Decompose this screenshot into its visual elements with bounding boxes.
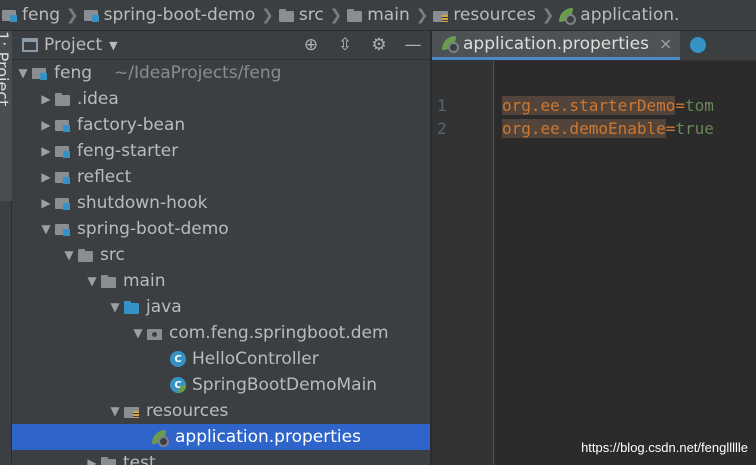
tree-item-package[interactable]: ▼ com.feng.springboot.dem xyxy=(12,320,430,346)
tree-item-reflect[interactable]: ▶ reflect xyxy=(12,164,430,190)
caret-down-icon: ▼ xyxy=(109,38,118,52)
editor-tab-bar: application.properties × xyxy=(432,31,756,61)
expanded-arrow-icon[interactable]: ▼ xyxy=(60,248,78,262)
chevron-right-icon: ❯ xyxy=(329,6,343,24)
breadcrumb-item-application[interactable]: application. xyxy=(559,5,679,25)
module-icon xyxy=(55,196,71,210)
breadcrumb-item-main[interactable]: main xyxy=(347,5,410,25)
folder-icon xyxy=(78,248,94,262)
line-number-gutter: 1 2 xyxy=(432,61,494,465)
expanded-arrow-icon[interactable]: ▼ xyxy=(14,66,32,80)
collapsed-arrow-icon[interactable]: ▶ xyxy=(37,118,55,132)
module-icon xyxy=(55,170,71,184)
watermark-url: https://blog.csdn.net/fengllllle xyxy=(581,440,748,455)
tree-item-factory-bean[interactable]: ▶ factory-bean xyxy=(12,112,430,138)
tree-item-shutdown-hook[interactable]: ▶ shutdown-hook xyxy=(12,190,430,216)
property-key: org.ee.starterDemo xyxy=(502,96,676,115)
expanded-arrow-icon[interactable]: ▼ xyxy=(106,300,124,314)
spring-config-icon xyxy=(442,35,459,53)
spring-config-icon xyxy=(559,7,577,25)
resources-folder-icon xyxy=(433,9,449,22)
collapse-all-icon[interactable]: ⇳ xyxy=(328,32,362,58)
project-view-selector[interactable]: Project ▼ xyxy=(12,35,118,55)
project-icon xyxy=(22,38,38,52)
folder-icon xyxy=(55,92,71,106)
module-icon xyxy=(2,8,18,22)
module-icon xyxy=(32,66,48,80)
property-separator: = xyxy=(675,96,686,115)
tree-item-src[interactable]: ▼ src xyxy=(12,242,430,268)
chevron-right-icon: ❯ xyxy=(261,6,274,24)
module-icon xyxy=(55,144,71,158)
chevron-right-icon: ❯ xyxy=(66,6,79,24)
tree-item-main[interactable]: ▼ main xyxy=(12,268,430,294)
hide-icon[interactable]: — xyxy=(396,32,430,58)
line-number: 1 xyxy=(437,96,447,115)
tree-item-hello-controller[interactable]: C HelloController xyxy=(12,346,430,372)
code-line[interactable]: org.ee.starterDemo=tom xyxy=(502,94,714,117)
code-line[interactable]: org.ee.demoEnable=true xyxy=(502,117,714,140)
expanded-arrow-icon[interactable]: ▼ xyxy=(83,274,101,288)
tree-item-feng-starter[interactable]: ▶ feng-starter xyxy=(12,138,430,164)
breadcrumb-item-feng[interactable]: feng xyxy=(2,5,60,25)
tree-item-java[interactable]: ▼ java xyxy=(12,294,430,320)
module-icon xyxy=(83,8,100,22)
expanded-arrow-icon[interactable]: ▼ xyxy=(37,222,55,236)
breadcrumb-item-resources[interactable]: resources xyxy=(433,5,536,25)
property-separator: = xyxy=(665,119,676,138)
tree-item-springbootdemomain[interactable]: C SpringBootDemoMain xyxy=(12,372,430,398)
project-tool-window-button[interactable]: 1: Project xyxy=(0,31,12,201)
spring-boot-class-icon: C xyxy=(170,377,186,393)
spring-config-icon xyxy=(152,429,169,447)
collapsed-arrow-icon[interactable]: ▶ xyxy=(37,92,55,106)
folder-icon xyxy=(278,8,295,22)
close-icon[interactable]: × xyxy=(659,34,672,53)
class-icon: C xyxy=(170,351,186,367)
tab-application-properties[interactable]: application.properties × xyxy=(432,31,681,60)
panel-title: Project xyxy=(44,35,103,55)
folder-icon xyxy=(101,456,117,465)
collapsed-arrow-icon[interactable]: ▶ xyxy=(83,456,101,465)
editor: application.properties × 1 2 org.ee.star… xyxy=(432,31,756,465)
tree-item-resources[interactable]: ▼ resources xyxy=(12,398,430,424)
project-tree: ▼ feng ~/IdeaProjects/feng ▶ . idea ▶ fac… xyxy=(12,60,430,465)
collapsed-arrow-icon[interactable]: ▶ xyxy=(37,170,55,184)
project-panel-header: Project ▼ ⊕ ⇳ ⚙ — xyxy=(12,31,430,60)
line-number: 2 xyxy=(437,119,447,138)
folder-icon xyxy=(101,274,117,288)
module-icon xyxy=(55,222,71,236)
chevron-right-icon: ❯ xyxy=(541,6,555,24)
tree-item-feng[interactable]: ▼ feng ~/IdeaProjects/feng xyxy=(12,60,430,86)
collapsed-arrow-icon[interactable]: ▶ xyxy=(37,196,55,210)
expanded-arrow-icon[interactable]: ▼ xyxy=(106,404,124,418)
property-value: tom xyxy=(685,96,714,115)
tree-item-idea[interactable]: ▶ . idea xyxy=(12,86,430,112)
tree-item-spring-boot-demo[interactable]: ▼ spring-boot-demo xyxy=(12,216,430,242)
collapsed-arrow-icon[interactable]: ▶ xyxy=(37,144,55,158)
module-icon xyxy=(55,118,71,132)
tab-next[interactable] xyxy=(680,31,710,60)
class-icon xyxy=(690,37,707,53)
property-key: org.ee.demoEnable xyxy=(502,119,666,138)
tree-item-test[interactable]: ▶ test xyxy=(12,450,430,465)
project-panel: Project ▼ ⊕ ⇳ ⚙ — ▼ feng ~/IdeaProjects/… xyxy=(12,31,431,465)
tree-item-application-properties[interactable]: application.properties xyxy=(12,424,430,450)
source-folder-icon xyxy=(124,300,140,314)
breadcrumb-item-spring-boot-demo[interactable]: spring-boot-demo xyxy=(83,5,255,25)
folder-icon xyxy=(347,8,363,22)
breadcrumb: feng ❯ spring-boot-demo ❯ src ❯ main ❯ r… xyxy=(0,0,756,31)
resources-folder-icon xyxy=(124,405,140,418)
locate-icon[interactable]: ⊕ xyxy=(294,32,328,58)
package-icon xyxy=(147,327,163,340)
gear-icon[interactable]: ⚙ xyxy=(362,32,396,58)
tool-window-strip: 1: Project xyxy=(0,31,12,465)
code-area[interactable]: org.ee.starterDemo=tom org.ee.demoEnable… xyxy=(502,94,714,140)
breadcrumb-item-src[interactable]: src xyxy=(278,5,324,25)
expanded-arrow-icon[interactable]: ▼ xyxy=(129,326,147,340)
property-value: true xyxy=(675,119,714,138)
chevron-right-icon: ❯ xyxy=(415,6,429,24)
